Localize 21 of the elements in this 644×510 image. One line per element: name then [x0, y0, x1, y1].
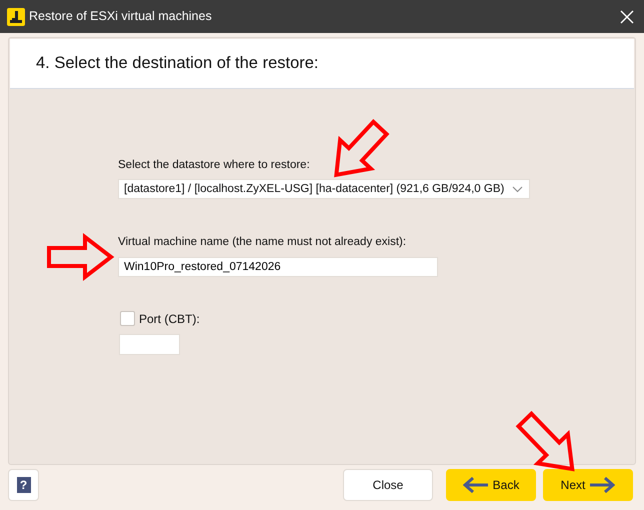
datastore-label: Select the datastore where to restore:	[118, 158, 311, 173]
window-title: Restore of ESXi virtual machines	[29, 8, 212, 26]
port-checkbox[interactable]	[120, 311, 135, 326]
next-button[interactable]: Next	[543, 469, 633, 501]
back-button[interactable]: Back	[446, 469, 536, 501]
close-icon[interactable]	[620, 10, 634, 24]
help-button[interactable]: ?	[8, 469, 39, 501]
arrow-left-icon	[462, 477, 489, 493]
app-logo-icon	[7, 8, 25, 26]
annotation-arrow	[47, 232, 114, 282]
arrow-right-icon	[589, 477, 616, 493]
step-title: 4. Select the destination of the restore:	[36, 53, 319, 74]
vm-name-field[interactable]: Win10Pro_restored_07142026	[118, 256, 438, 276]
annotation-arrow	[334, 119, 390, 178]
port-field[interactable]	[119, 334, 180, 354]
close-button[interactable]: Close	[343, 469, 433, 501]
annotation-arrow	[516, 410, 575, 472]
port-label: Port (CBT):	[139, 310, 200, 328]
chevron-down-icon	[512, 186, 523, 193]
vm-name-label: Virtual machine name (the name must not already exist):	[118, 235, 408, 250]
datastore-dropdown[interactable]: [datastore1] / [localhost.ZyXEL-USG] [ha-datacenter] (921,6 GB/924,0 GB)	[118, 179, 530, 200]
